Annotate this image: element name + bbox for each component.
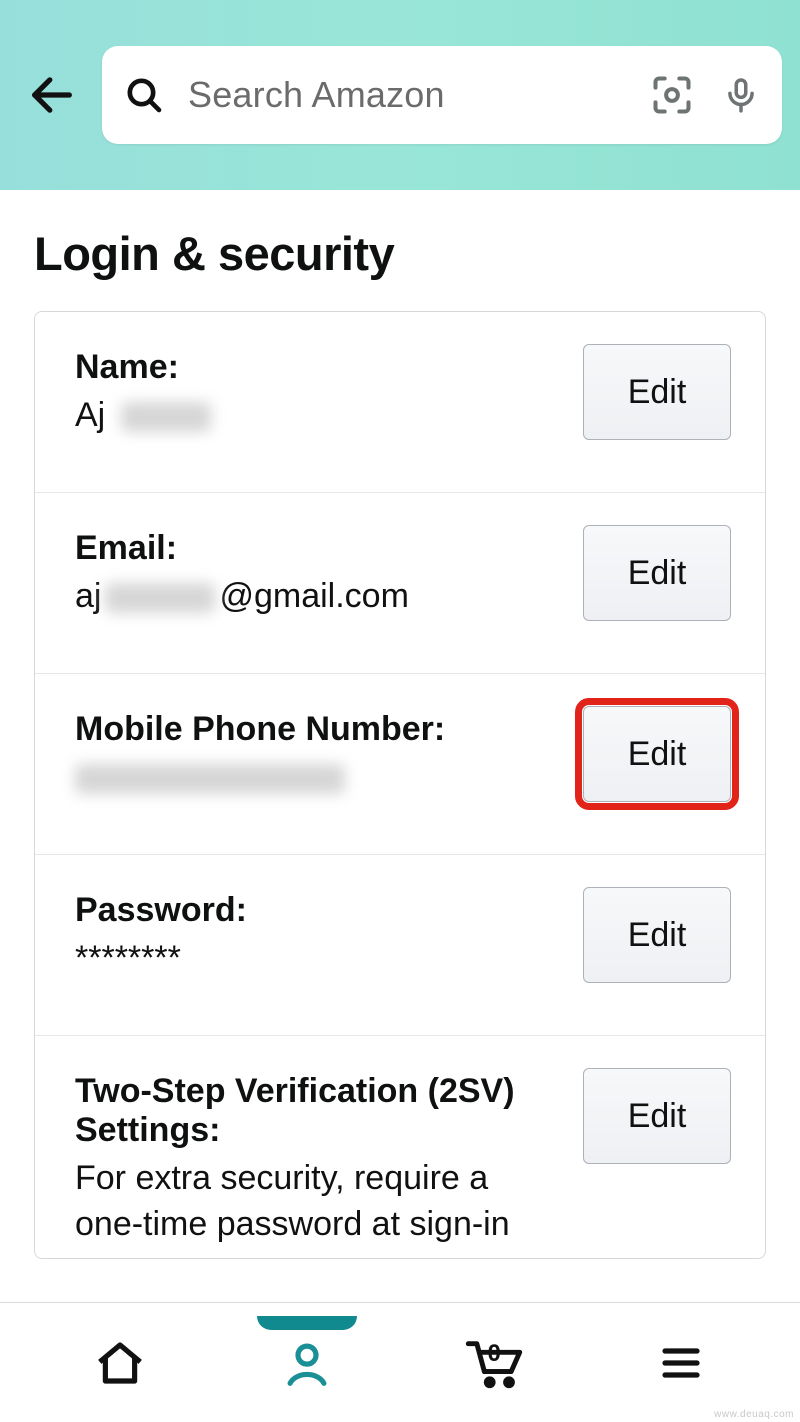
name-value: Aj [75, 393, 559, 439]
edit-label: Edit [628, 735, 687, 774]
edit-password-button[interactable]: Edit [583, 887, 731, 983]
nav-account[interactable] [272, 1328, 342, 1398]
row-twosv: Two-Step Verification (2SV) Settings: Fo… [35, 1036, 765, 1258]
home-icon [93, 1336, 147, 1390]
redacted-text [75, 764, 345, 794]
edit-label: Edit [628, 554, 687, 593]
email-value-prefix: aj [75, 577, 101, 615]
password-label: Password: [75, 891, 559, 930]
row-email: Email: aj @gmail.com Edit [35, 493, 765, 674]
row-name: Name: Aj Edit [35, 312, 765, 493]
redacted-text [105, 583, 215, 613]
name-value-visible: Aj [75, 396, 105, 434]
redacted-text [121, 402, 211, 432]
search-icon [124, 75, 164, 115]
email-label: Email: [75, 529, 559, 568]
row-password-text: Password: ******** [75, 887, 559, 982]
arrow-left-icon [26, 69, 78, 121]
edit-label: Edit [628, 1097, 687, 1136]
edit-twosv-button[interactable]: Edit [583, 1068, 731, 1164]
bottom-nav: 0 [0, 1302, 800, 1422]
hamburger-menu-icon [657, 1339, 705, 1387]
row-email-text: Email: aj @gmail.com [75, 525, 559, 620]
phone-value [75, 755, 559, 801]
edit-email-button[interactable]: Edit [583, 525, 731, 621]
row-password: Password: ******** Edit [35, 855, 765, 1036]
active-tab-indicator [257, 1316, 357, 1330]
edit-label: Edit [628, 916, 687, 955]
row-twosv-text: Two-Step Verification (2SV) Settings: Fo… [75, 1068, 559, 1248]
login-security-card: Name: Aj Edit Email: aj @gmail.com Edit [34, 311, 766, 1259]
search-placeholder: Search Amazon [188, 74, 650, 116]
email-value-suffix: @gmail.com [219, 577, 408, 615]
back-button[interactable] [22, 65, 82, 125]
name-label: Name: [75, 348, 559, 387]
app-header: Search Amazon [0, 0, 800, 190]
screen: Search Amazon Login & security [0, 0, 800, 1422]
edit-label: Edit [628, 373, 687, 412]
password-value: ******** [75, 936, 559, 982]
row-phone-text: Mobile Phone Number: [75, 706, 559, 801]
user-icon [280, 1336, 334, 1390]
phone-label: Mobile Phone Number: [75, 710, 559, 749]
page-title: Login & security [0, 190, 800, 311]
email-value: aj @gmail.com [75, 574, 559, 620]
search-bar[interactable]: Search Amazon [102, 46, 782, 144]
nav-home[interactable] [85, 1328, 155, 1398]
row-name-text: Name: Aj [75, 344, 559, 439]
twosv-label: Two-Step Verification (2SV) Settings: [75, 1072, 559, 1150]
edit-phone-button[interactable]: Edit [583, 706, 731, 802]
microphone-icon[interactable] [722, 73, 760, 117]
twosv-value: For extra security, require a one-time p… [75, 1156, 559, 1248]
camera-scan-icon[interactable] [650, 73, 694, 117]
cart-count: 0 [488, 1340, 501, 1368]
row-phone: Mobile Phone Number: Edit [35, 674, 765, 855]
nav-cart[interactable]: 0 [459, 1328, 529, 1398]
edit-name-button[interactable]: Edit [583, 344, 731, 440]
watermark: www.deuaq.com [714, 1409, 794, 1420]
nav-menu[interactable] [646, 1328, 716, 1398]
